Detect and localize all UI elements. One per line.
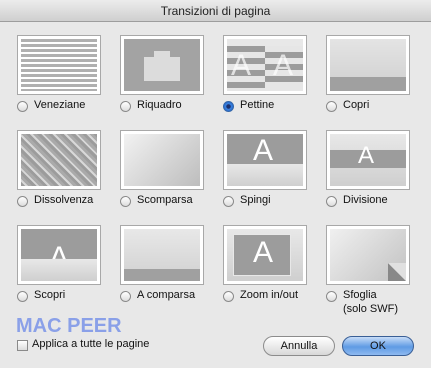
radio-veneziane[interactable] <box>17 101 28 112</box>
radio-copri[interactable] <box>326 101 337 112</box>
label-a-comparsa: A comparsa <box>137 289 196 301</box>
transition-veneziane[interactable]: Veneziane <box>17 35 117 131</box>
transition-copri[interactable]: Copri <box>326 35 426 131</box>
radio-sfoglia[interactable] <box>326 291 337 302</box>
preview-letter: A <box>358 142 375 169</box>
transition-dissolvenza[interactable]: Dissolvenza <box>17 130 117 226</box>
label-riquadro: Riquadro <box>137 99 182 111</box>
preview-sfoglia[interactable] <box>326 225 410 285</box>
cancel-button[interactable]: Annulla <box>263 336 335 356</box>
sublabel-sfoglia: (solo SWF) <box>343 303 398 315</box>
radio-a-comparsa[interactable] <box>120 291 131 302</box>
label-dissolvenza: Dissolvenza <box>34 194 94 206</box>
preview-zoom[interactable]: A <box>223 225 307 285</box>
watermark-text: MAC PEER <box>16 315 122 337</box>
preview-veneziane[interactable] <box>17 35 101 95</box>
preview-letter: A <box>253 236 274 269</box>
label-sfoglia: Sfoglia <box>343 289 377 301</box>
transition-scopri[interactable]: A Scopri <box>17 225 117 321</box>
ok-button[interactable]: OK <box>342 336 414 356</box>
preview-a-comparsa[interactable] <box>120 225 204 285</box>
radio-scopri[interactable] <box>17 291 28 302</box>
transition-scomparsa[interactable]: Scomparsa <box>120 130 220 226</box>
title-bar: Transizioni di pagina <box>0 0 431 22</box>
radio-spingi[interactable] <box>223 196 234 207</box>
transition-riquadro[interactable]: Riquadro <box>120 35 220 131</box>
label-divisione: Divisione <box>343 194 388 206</box>
transition-spingi[interactable]: A Spingi <box>223 130 323 226</box>
preview-letter: A <box>253 134 274 167</box>
preview-letter: A <box>231 49 252 82</box>
preview-letter: A <box>273 49 294 82</box>
preview-scopri[interactable]: A <box>17 225 101 285</box>
radio-divisione[interactable] <box>326 196 337 207</box>
radio-riquadro[interactable] <box>120 101 131 112</box>
preview-copri[interactable] <box>326 35 410 95</box>
label-spingi: Spingi <box>240 194 271 206</box>
transition-pettine[interactable]: A A Pettine <box>223 35 323 131</box>
label-zoom: Zoom in/out <box>240 289 299 301</box>
preview-dissolvenza[interactable] <box>17 130 101 190</box>
radio-scomparsa[interactable] <box>120 196 131 207</box>
transition-sfoglia[interactable]: Sfoglia (solo SWF) <box>326 225 426 321</box>
transition-divisione[interactable]: A Divisione <box>326 130 426 226</box>
label-copri: Copri <box>343 99 370 111</box>
preview-divisione[interactable]: A <box>326 130 410 190</box>
window-title: Transizioni di pagina <box>160 4 271 18</box>
label-pettine: Pettine <box>240 99 275 111</box>
apply-all-checkbox[interactable] <box>17 340 28 351</box>
radio-pettine[interactable] <box>223 101 234 112</box>
label-veneziane: Veneziane <box>34 99 86 111</box>
apply-all-label[interactable]: Applica a tutte le pagine <box>32 338 149 350</box>
transition-a-comparsa[interactable]: A comparsa <box>120 225 220 321</box>
preview-spingi[interactable]: A <box>223 130 307 190</box>
preview-scomparsa[interactable] <box>120 130 204 190</box>
preview-riquadro[interactable] <box>120 35 204 95</box>
label-scomparsa: Scomparsa <box>137 194 193 206</box>
radio-zoom[interactable] <box>223 291 234 302</box>
radio-dissolvenza[interactable] <box>17 196 28 207</box>
preview-pettine[interactable]: A A <box>223 35 307 95</box>
label-scopri: Scopri <box>34 289 66 301</box>
transition-zoom[interactable]: A Zoom in/out <box>223 225 323 321</box>
